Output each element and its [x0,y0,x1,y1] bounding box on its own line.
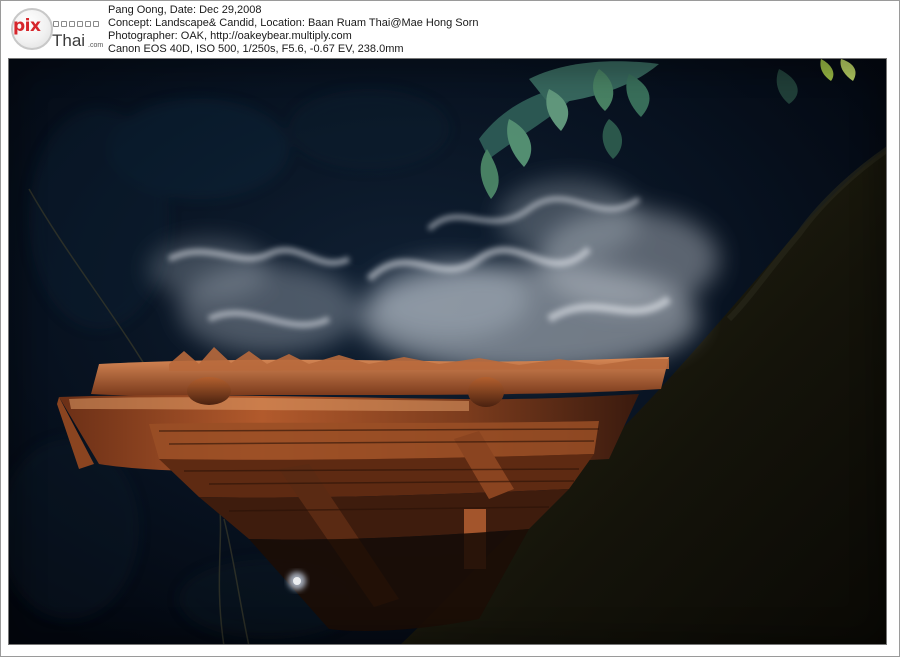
logo-thai-script-icon [53,21,101,29]
info-camera-settings: Canon EOS 40D, ISO 500, 1/250s, F5.6, -0… [108,43,404,55]
photo-frame: pix Thai .com Pang Oong, Date: Dec 29,20… [0,0,900,657]
info-concept: Concept: Landscape& Candid, Location: Ba… [108,17,479,29]
caption-header: pix Thai .com Pang Oong, Date: Dec 29,20… [1,1,899,57]
logo-pix-text: pix [13,16,41,36]
logo-com-text: .com [88,42,104,49]
info-location-date: Pang Oong, Date: Dec 29,2008 [108,4,262,16]
info-photographer: Photographer: OAK, http://oakeybear.mult… [108,30,352,42]
photo [8,58,887,645]
photo-scene [9,59,886,644]
pixthai-logo[interactable]: pix Thai .com [7,5,103,55]
photo-info: Pang Oong, Date: Dec 29,2008 Concept: La… [108,4,479,56]
logo-thai-text: Thai [52,31,86,50]
